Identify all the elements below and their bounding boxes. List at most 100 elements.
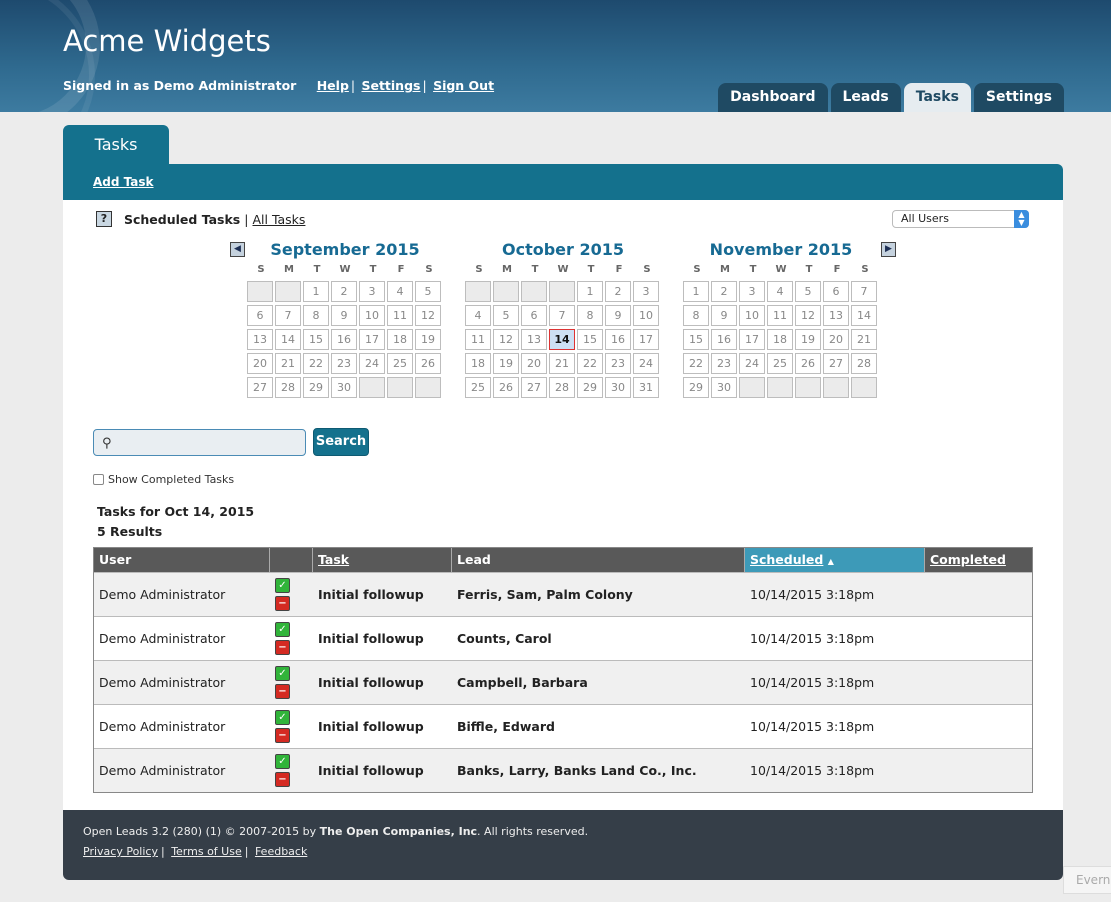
calendar-day[interactable]: 4	[767, 281, 793, 302]
calendar-day[interactable]: 23	[605, 353, 631, 374]
calendar-day[interactable]: 30	[605, 377, 631, 398]
calendar-day[interactable]: 18	[465, 353, 491, 374]
sort-completed-link[interactable]: Completed	[930, 552, 1006, 567]
delete-minus-icon[interactable]: −	[275, 772, 290, 787]
calendar-day[interactable]: 20	[521, 353, 547, 374]
calendar-day[interactable]: 15	[303, 329, 329, 350]
calendar-day[interactable]: 13	[823, 305, 849, 326]
calendar-day[interactable]: 26	[493, 377, 519, 398]
calendar-day[interactable]: 2	[605, 281, 631, 302]
tab-dashboard[interactable]: Dashboard	[718, 83, 828, 112]
calendar-day[interactable]: 17	[633, 329, 659, 350]
complete-check-icon[interactable]: ✓	[275, 622, 290, 637]
sort-scheduled-link[interactable]: Scheduled	[750, 552, 823, 567]
calendar-day[interactable]: 21	[851, 329, 877, 350]
cell-lead[interactable]: Campbell, Barbara	[452, 661, 745, 704]
calendar-day[interactable]: 14	[851, 305, 877, 326]
calendar-day[interactable]: 11	[465, 329, 491, 350]
search-input[interactable]	[120, 433, 300, 452]
calendar-day[interactable]: 24	[359, 353, 385, 374]
calendar-day[interactable]: 13	[247, 329, 273, 350]
column-header-completed[interactable]: Completed	[925, 548, 1032, 572]
calendar-day[interactable]: 15	[683, 329, 709, 350]
add-task-link[interactable]: Add Task	[93, 175, 154, 189]
privacy-policy-link[interactable]: Privacy Policy	[83, 845, 158, 858]
cell-lead[interactable]: Ferris, Sam, Palm Colony	[452, 573, 745, 616]
search-button[interactable]: Search	[313, 428, 369, 456]
cell-task[interactable]: Initial followup	[313, 617, 452, 660]
calendar-day[interactable]: 28	[275, 377, 301, 398]
complete-check-icon[interactable]: ✓	[275, 666, 290, 681]
help-icon[interactable]: ?	[96, 211, 112, 227]
calendar-day[interactable]: 25	[465, 377, 491, 398]
calendar-day[interactable]: 16	[711, 329, 737, 350]
calendar-day[interactable]: 22	[577, 353, 603, 374]
calendar-day[interactable]: 20	[823, 329, 849, 350]
calendar-day[interactable]: 4	[387, 281, 413, 302]
calendar-day[interactable]: 16	[605, 329, 631, 350]
calendar-day[interactable]: 27	[823, 353, 849, 374]
cell-task[interactable]: Initial followup	[313, 749, 452, 792]
cell-lead[interactable]: Banks, Larry, Banks Land Co., Inc.	[452, 749, 745, 792]
calendar-day[interactable]: 22	[303, 353, 329, 374]
calendar-day[interactable]: 21	[549, 353, 575, 374]
calendar-day[interactable]: 19	[415, 329, 441, 350]
calendar-day[interactable]: 21	[275, 353, 301, 374]
calendar-day[interactable]: 1	[683, 281, 709, 302]
cell-lead[interactable]: Biffle, Edward	[452, 705, 745, 748]
calendar-day[interactable]: 3	[359, 281, 385, 302]
cell-lead[interactable]: Counts, Carol	[452, 617, 745, 660]
calendar-day[interactable]: 16	[331, 329, 357, 350]
next-month-arrow-icon[interactable]: ▶	[881, 242, 896, 257]
calendar-day[interactable]: 10	[359, 305, 385, 326]
cell-task[interactable]: Initial followup	[313, 705, 452, 748]
calendar-day[interactable]: 8	[683, 305, 709, 326]
calendar-day[interactable]: 23	[331, 353, 357, 374]
calendar-day[interactable]: 4	[465, 305, 491, 326]
show-completed-toggle[interactable]: Show Completed Tasks	[93, 473, 234, 486]
calendar-day[interactable]: 2	[331, 281, 357, 302]
calendar-day[interactable]: 26	[415, 353, 441, 374]
calendar-day[interactable]: 30	[711, 377, 737, 398]
calendar-day[interactable]: 28	[851, 353, 877, 374]
calendar-day[interactable]: 8	[303, 305, 329, 326]
all-tasks-link[interactable]: All Tasks	[252, 212, 305, 227]
tab-tasks[interactable]: Tasks	[903, 83, 971, 112]
calendar-day[interactable]: 8	[577, 305, 603, 326]
calendar-day[interactable]: 2	[711, 281, 737, 302]
cell-task[interactable]: Initial followup	[313, 573, 452, 616]
calendar-day[interactable]: 3	[633, 281, 659, 302]
calendar-day[interactable]: 26	[795, 353, 821, 374]
show-completed-checkbox[interactable]	[93, 474, 104, 485]
terms-of-use-link[interactable]: Terms of Use	[171, 845, 242, 858]
delete-minus-icon[interactable]: −	[275, 728, 290, 743]
calendar-day[interactable]: 12	[415, 305, 441, 326]
calendar-day[interactable]: 27	[521, 377, 547, 398]
prev-month-arrow-icon[interactable]: ◀	[230, 242, 245, 257]
calendar-day[interactable]: 5	[415, 281, 441, 302]
calendar-day[interactable]: 14	[275, 329, 301, 350]
calendar-day-today[interactable]: 14	[549, 329, 575, 350]
calendar-day[interactable]: 7	[851, 281, 877, 302]
calendar-day[interactable]: 3	[739, 281, 765, 302]
calendar-day[interactable]: 18	[767, 329, 793, 350]
calendar-day[interactable]: 22	[683, 353, 709, 374]
column-header-task[interactable]: Task	[313, 548, 452, 572]
calendar-day[interactable]: 17	[359, 329, 385, 350]
calendar-day[interactable]: 9	[711, 305, 737, 326]
calendar-day[interactable]: 1	[577, 281, 603, 302]
calendar-day[interactable]: 29	[303, 377, 329, 398]
calendar-day[interactable]: 11	[387, 305, 413, 326]
calendar-day[interactable]: 12	[795, 305, 821, 326]
help-link[interactable]: Help	[317, 78, 349, 93]
calendar-day[interactable]: 30	[331, 377, 357, 398]
complete-check-icon[interactable]: ✓	[275, 710, 290, 725]
calendar-day[interactable]: 18	[387, 329, 413, 350]
delete-minus-icon[interactable]: −	[275, 684, 290, 699]
calendar-day[interactable]: 6	[521, 305, 547, 326]
calendar-day[interactable]: 10	[633, 305, 659, 326]
delete-minus-icon[interactable]: −	[275, 596, 290, 611]
calendar-day[interactable]: 9	[331, 305, 357, 326]
calendar-day[interactable]: 12	[493, 329, 519, 350]
user-filter-select[interactable]: All Users ▲ ▼	[892, 210, 1029, 228]
